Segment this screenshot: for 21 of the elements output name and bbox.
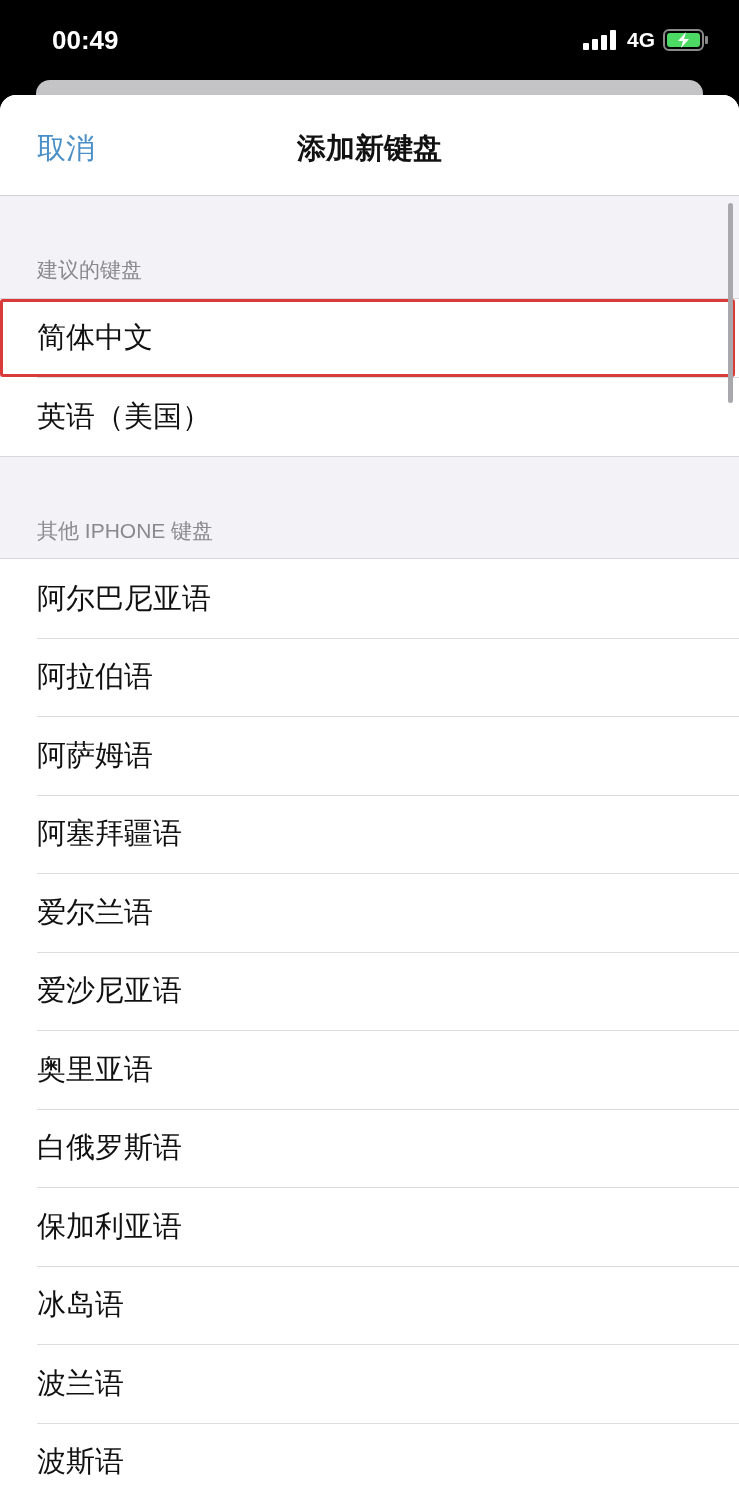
keyboard-list-item[interactable]: 波斯语 <box>0 1422 739 1491</box>
section-header: 建议的键盘 <box>36 257 143 283</box>
sheet-title: 添加新键盘 <box>297 131 442 166</box>
battery-icon <box>663 29 709 51</box>
keyboard-list-item[interactable]: 简体中文 <box>0 298 735 377</box>
keyboard-list-item[interactable]: 冰岛语 <box>0 1265 739 1344</box>
keyboard-list-item[interactable]: 奥里亚语 <box>0 1030 739 1109</box>
keyboard-list-item[interactable]: 英语（美国） <box>0 377 739 456</box>
keyboard-list-item[interactable]: 波兰语 <box>0 1344 739 1423</box>
keyboard-list-item[interactable]: 阿萨姆语 <box>0 716 739 795</box>
signal-icon <box>583 30 619 50</box>
keyboard-list-item[interactable]: 爱尔兰语 <box>0 873 739 952</box>
keyboard-list-item[interactable]: 白俄罗斯语 <box>0 1108 739 1187</box>
section-header: 其他 IPHONE 键盘 <box>36 517 215 544</box>
network-label: 4G <box>627 27 655 54</box>
keyboard-list-item[interactable]: 爱沙尼亚语 <box>0 951 739 1030</box>
status-time: 00:49 <box>52 23 119 57</box>
keyboard-list-item[interactable]: 阿塞拜疆语 <box>0 794 739 873</box>
keyboard-list-item[interactable]: 阿拉伯语 <box>0 637 739 716</box>
keyboard-list-item[interactable]: 保加利亚语 <box>0 1187 739 1266</box>
keyboard-list-item[interactable]: 阿尔巴尼亚语 <box>0 559 739 638</box>
